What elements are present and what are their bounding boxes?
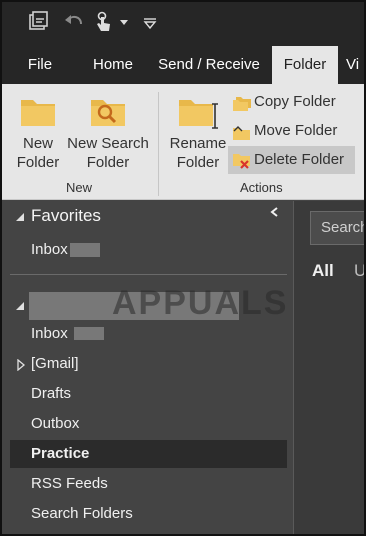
tab-folder[interactable]: Folder <box>272 46 338 84</box>
delete-folder-icon <box>232 152 252 180</box>
watermark: APPUALS <box>112 284 289 322</box>
rename-folder-icon <box>166 94 230 134</box>
folder-ribbon: New Folder New Search Folder New Rename … <box>2 84 364 200</box>
tab-send-receive[interactable]: Send / Receive <box>154 46 264 84</box>
actions-group-label: Actions <box>240 180 283 195</box>
message-list-area: Search All U <box>293 201 364 534</box>
delete-folder-button[interactable]: Delete Folder <box>228 146 355 174</box>
gmail-expand-icon[interactable] <box>16 358 26 376</box>
folder-practice[interactable]: Practice <box>31 445 89 462</box>
send-receive-all-icon[interactable] <box>26 10 52 36</box>
folder-outbox[interactable]: Outbox <box>31 415 79 432</box>
account-collapse-icon[interactable] <box>14 299 26 317</box>
outlook-window: File Home Send / Receive Folder Vi New F… <box>0 0 366 536</box>
rename-folder-button[interactable]: Rename Folder <box>166 94 230 172</box>
redacted-count <box>70 243 100 257</box>
favorites-collapse-icon[interactable] <box>14 210 26 228</box>
ribbon-group-separator <box>158 92 159 196</box>
tab-home[interactable]: Home <box>80 46 146 84</box>
folder-drafts[interactable]: Drafts <box>31 385 71 402</box>
search-folder-icon <box>66 94 150 134</box>
ribbon-tabs: File Home Send / Receive Folder Vi <box>2 46 364 84</box>
new-folder-button[interactable]: New Folder <box>12 94 64 172</box>
move-folder-button[interactable]: Move Folder <box>228 117 337 145</box>
touch-dropdown-icon[interactable] <box>118 10 130 36</box>
search-input[interactable]: Search <box>310 211 364 245</box>
undo-icon[interactable] <box>62 10 88 36</box>
favorites-header[interactable]: Favorites <box>31 206 101 226</box>
new-group-label: New <box>66 180 93 195</box>
folder-rss-feeds[interactable]: RSS Feeds <box>31 475 108 492</box>
folder-gmail[interactable]: [Gmail] <box>31 355 79 372</box>
filter-unread[interactable]: U <box>354 261 364 281</box>
tab-view[interactable]: Vi <box>346 46 364 84</box>
new-folder-icon <box>12 94 64 134</box>
redacted-count <box>74 327 104 340</box>
quick-access-toolbar <box>2 2 364 46</box>
copy-folder-button[interactable]: Copy Folder <box>228 88 336 116</box>
touch-mode-icon[interactable] <box>92 10 118 36</box>
customize-toolbar-icon[interactable] <box>142 10 168 36</box>
favorite-inbox[interactable]: Inbox <box>31 241 68 258</box>
pane-divider <box>10 274 287 275</box>
folder-inbox[interactable]: Inbox <box>31 325 68 342</box>
filter-all[interactable]: All <box>312 261 334 281</box>
tab-file[interactable]: File <box>16 46 64 84</box>
folder-search-folders[interactable]: Search Folders <box>31 505 133 522</box>
folder-pane: Favorites Inbox Inbox [Gmail] Drafts Out… <box>2 201 292 534</box>
new-search-folder-button[interactable]: New Search Folder <box>66 94 150 172</box>
collapse-pane-icon[interactable] <box>268 205 282 224</box>
